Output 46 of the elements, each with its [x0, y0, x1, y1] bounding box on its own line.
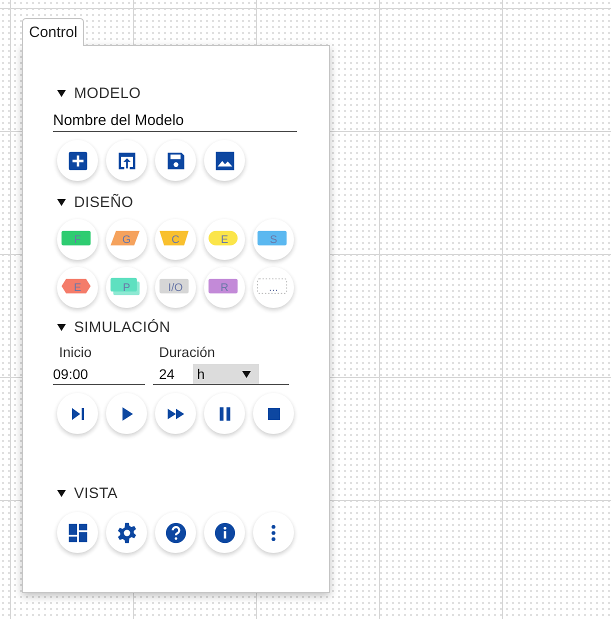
icon-button[interactable] [155, 512, 196, 553]
section-title: VISTA [74, 484, 118, 502]
caret-icon [57, 90, 66, 96]
icon-button[interactable] [106, 512, 147, 553]
shape-button[interactable]: C [155, 219, 196, 260]
caret-icon [242, 370, 251, 378]
icon-button[interactable] [253, 393, 294, 434]
icon-button[interactable] [106, 393, 147, 434]
section-header[interactable]: DISEÑO [53, 191, 297, 213]
icon-button[interactable] [155, 140, 196, 181]
section-header[interactable]: VISTA [53, 482, 297, 504]
shape-button[interactable]: P [106, 267, 147, 308]
caret-icon [57, 198, 66, 206]
icon-button[interactable] [57, 140, 98, 181]
icon-button[interactable] [204, 140, 245, 181]
settings-icon [116, 522, 138, 544]
more-icon [270, 524, 277, 542]
section-header[interactable]: SIMULACIÓN [53, 316, 297, 338]
field-label: Duración [158, 344, 216, 360]
duration-field[interactable]: 24 [153, 364, 193, 384]
image-icon [214, 150, 236, 172]
section-header[interactable]: MODELO [53, 82, 297, 104]
icon-button[interactable] [155, 393, 196, 434]
caret-icon [57, 490, 66, 496]
shape-button[interactable]: I/O [155, 267, 196, 308]
shape-button[interactable]: ... [253, 267, 294, 308]
info-icon [214, 522, 236, 544]
icon-button[interactable] [204, 393, 245, 434]
section-title: MODELO [74, 84, 141, 102]
unit-dropdown[interactable]: h [193, 364, 259, 384]
caret-icon [57, 324, 66, 330]
start-time-field[interactable]: 09:00 [53, 364, 145, 385]
model-name-field[interactable]: Nombre del Modelo [53, 110, 297, 132]
control-tab[interactable]: Control [22, 18, 84, 46]
shape-button[interactable]: E [204, 219, 245, 260]
icon-button[interactable] [253, 512, 294, 553]
help-icon [164, 522, 186, 544]
section-title: SIMULACIÓN [74, 318, 170, 336]
icon-button[interactable] [204, 512, 245, 553]
icon-button[interactable] [57, 512, 98, 553]
dashboard-icon [66, 522, 88, 544]
add-icon [66, 150, 88, 172]
field-label: Inicio [58, 344, 93, 360]
icon-button[interactable] [57, 393, 98, 434]
section-title: DISEÑO [74, 194, 134, 210]
icon-button[interactable] [106, 140, 147, 181]
